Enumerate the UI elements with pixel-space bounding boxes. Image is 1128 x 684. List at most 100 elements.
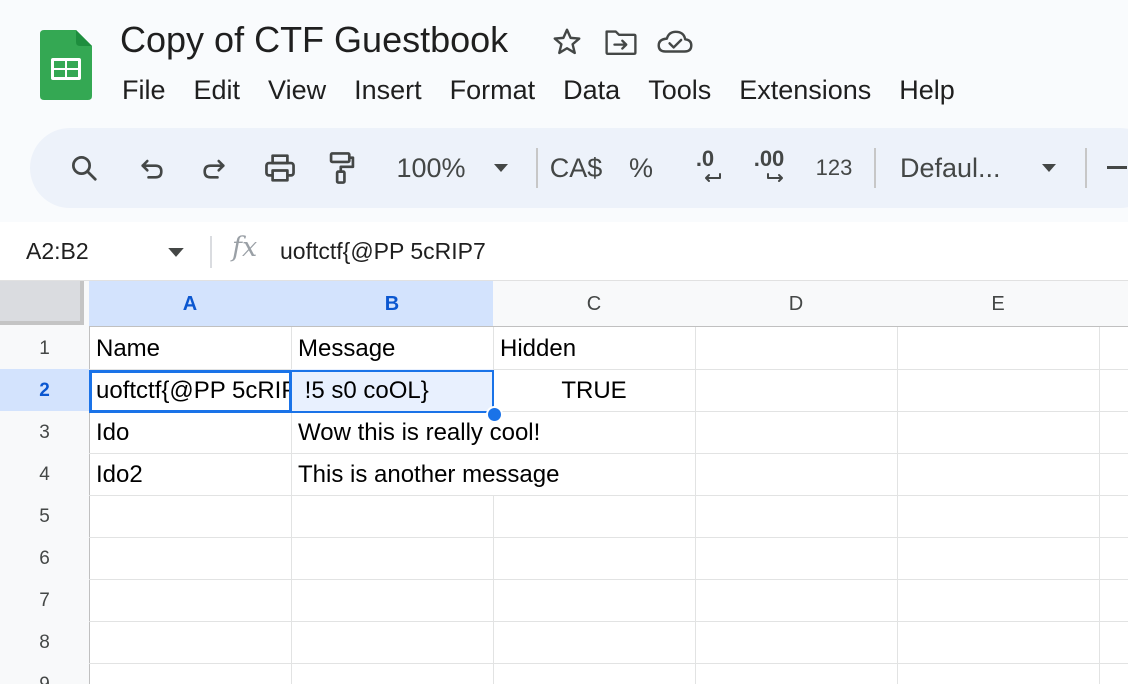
more-formats-button[interactable]: 123 bbox=[810, 128, 858, 208]
menu-data[interactable]: Data bbox=[549, 68, 634, 112]
cell-b7[interactable] bbox=[291, 579, 494, 622]
cell-a6[interactable] bbox=[89, 537, 292, 580]
cell-f7[interactable] bbox=[1099, 579, 1128, 622]
menu-edit[interactable]: Edit bbox=[180, 68, 255, 112]
increase-decimal-button[interactable]: .00 bbox=[744, 128, 794, 208]
cell-b6[interactable] bbox=[291, 537, 494, 580]
column-header-f[interactable] bbox=[1099, 281, 1128, 327]
cell-a7[interactable] bbox=[89, 579, 292, 622]
cell-b4[interactable]: This is another message bbox=[291, 453, 559, 496]
cell-e5[interactable] bbox=[897, 495, 1100, 538]
font-select[interactable]: Defaul... bbox=[900, 128, 1018, 208]
row-header-5[interactable]: 5 bbox=[0, 495, 90, 538]
menu-format[interactable]: Format bbox=[436, 68, 550, 112]
cell-f2[interactable] bbox=[1099, 369, 1128, 412]
column-header-c[interactable]: C bbox=[493, 281, 696, 327]
menu-view[interactable]: View bbox=[254, 68, 340, 112]
cell-b5[interactable] bbox=[291, 495, 494, 538]
cell-c1[interactable]: Hidden bbox=[493, 327, 696, 370]
cell-d7[interactable] bbox=[695, 579, 898, 622]
cell-b9[interactable] bbox=[291, 663, 494, 684]
cell-a2[interactable]: uoftctf{@PP 5cRIP7 bbox=[89, 369, 292, 412]
cell-c7[interactable] bbox=[493, 579, 696, 622]
cell-f4[interactable] bbox=[1099, 453, 1128, 496]
cell-b3[interactable]: Wow this is really cool! bbox=[291, 411, 540, 454]
cell-b1[interactable]: Message bbox=[291, 327, 494, 370]
row-header-1[interactable]: 1 bbox=[0, 327, 90, 370]
cell-e1[interactable] bbox=[897, 327, 1100, 370]
sheets-logo-icon[interactable] bbox=[40, 30, 92, 100]
cell-d9[interactable] bbox=[695, 663, 898, 684]
font-dropdown-icon[interactable] bbox=[1034, 128, 1064, 208]
cell-a8[interactable] bbox=[89, 621, 292, 664]
cell-e3[interactable] bbox=[897, 411, 1100, 454]
search-menus-icon[interactable] bbox=[60, 128, 108, 208]
menu-file[interactable]: File bbox=[108, 68, 180, 112]
cell-d6[interactable] bbox=[695, 537, 898, 580]
menu-extensions[interactable]: Extensions bbox=[725, 68, 885, 112]
column-header-a[interactable]: A bbox=[89, 281, 292, 327]
undo-icon[interactable] bbox=[128, 128, 176, 208]
cell-f5[interactable] bbox=[1099, 495, 1128, 538]
row-header-6[interactable]: 6 bbox=[0, 537, 90, 580]
format-percent-button[interactable]: % bbox=[622, 128, 660, 208]
cell-a5[interactable] bbox=[89, 495, 292, 538]
menu-insert[interactable]: Insert bbox=[340, 68, 436, 112]
row-header-4[interactable]: 4 bbox=[0, 453, 90, 496]
cell-d1[interactable] bbox=[695, 327, 898, 370]
cell-c8[interactable] bbox=[493, 621, 696, 664]
cell-e7[interactable] bbox=[897, 579, 1100, 622]
decrease-decimal-button[interactable]: .0 bbox=[680, 128, 730, 208]
column-header-d[interactable]: D bbox=[695, 281, 898, 327]
name-box[interactable]: A2:B2 bbox=[26, 222, 89, 280]
cell-f6[interactable] bbox=[1099, 537, 1128, 580]
print-icon[interactable] bbox=[256, 128, 304, 208]
cell-c6[interactable] bbox=[493, 537, 696, 580]
cell-e2[interactable] bbox=[897, 369, 1100, 412]
paint-format-icon[interactable] bbox=[318, 128, 366, 208]
decrease-font-size-icon[interactable] bbox=[1102, 128, 1128, 208]
select-all-corner[interactable] bbox=[0, 281, 90, 328]
cell-c5[interactable] bbox=[493, 495, 696, 538]
cell-b8[interactable] bbox=[291, 621, 494, 664]
cell-b2[interactable]: !5 s0 coOL} bbox=[291, 369, 494, 412]
cell-e9[interactable] bbox=[897, 663, 1100, 684]
cell-a9[interactable] bbox=[89, 663, 292, 684]
row-header-7[interactable]: 7 bbox=[0, 579, 90, 622]
freeze-handle[interactable] bbox=[0, 281, 84, 325]
row-header-3[interactable]: 3 bbox=[0, 411, 90, 454]
format-currency-button[interactable]: CA$ bbox=[546, 128, 606, 208]
cell-a1[interactable]: Name bbox=[89, 327, 292, 370]
cell-d4[interactable] bbox=[695, 453, 898, 496]
zoom-dropdown-icon[interactable] bbox=[486, 128, 516, 208]
star-icon[interactable] bbox=[548, 23, 586, 61]
column-header-e[interactable]: E bbox=[897, 281, 1100, 327]
cell-c2[interactable]: TRUE bbox=[493, 369, 696, 412]
column-header-b[interactable]: B bbox=[291, 281, 494, 327]
cell-e8[interactable] bbox=[897, 621, 1100, 664]
row-header-2[interactable]: 2 bbox=[0, 369, 90, 412]
cell-a4[interactable]: Ido2 bbox=[89, 453, 292, 496]
move-folder-icon[interactable] bbox=[602, 23, 640, 61]
cell-d5[interactable] bbox=[695, 495, 898, 538]
cell-f1[interactable] bbox=[1099, 327, 1128, 370]
document-title[interactable]: Copy of CTF Guestbook bbox=[120, 18, 508, 62]
menu-help[interactable]: Help bbox=[885, 68, 969, 112]
cell-c9[interactable] bbox=[493, 663, 696, 684]
row-header-8[interactable]: 8 bbox=[0, 621, 90, 664]
cell-f3[interactable] bbox=[1099, 411, 1128, 454]
redo-icon[interactable] bbox=[190, 128, 238, 208]
zoom-select[interactable]: 100% bbox=[390, 128, 472, 208]
cloud-saved-icon[interactable] bbox=[656, 23, 694, 61]
formula-input[interactable]: uoftctf{@PP 5cRIP7 bbox=[280, 222, 486, 280]
cell-d3[interactable] bbox=[695, 411, 898, 454]
cell-e4[interactable] bbox=[897, 453, 1100, 496]
cell-d8[interactable] bbox=[695, 621, 898, 664]
cell-f8[interactable] bbox=[1099, 621, 1128, 664]
cell-d2[interactable] bbox=[695, 369, 898, 412]
cell-e6[interactable] bbox=[897, 537, 1100, 580]
menu-tools[interactable]: Tools bbox=[634, 68, 725, 112]
row-header-9[interactable]: 9 bbox=[0, 663, 90, 684]
name-box-dropdown-icon[interactable] bbox=[168, 245, 184, 263]
cell-f9[interactable] bbox=[1099, 663, 1128, 684]
